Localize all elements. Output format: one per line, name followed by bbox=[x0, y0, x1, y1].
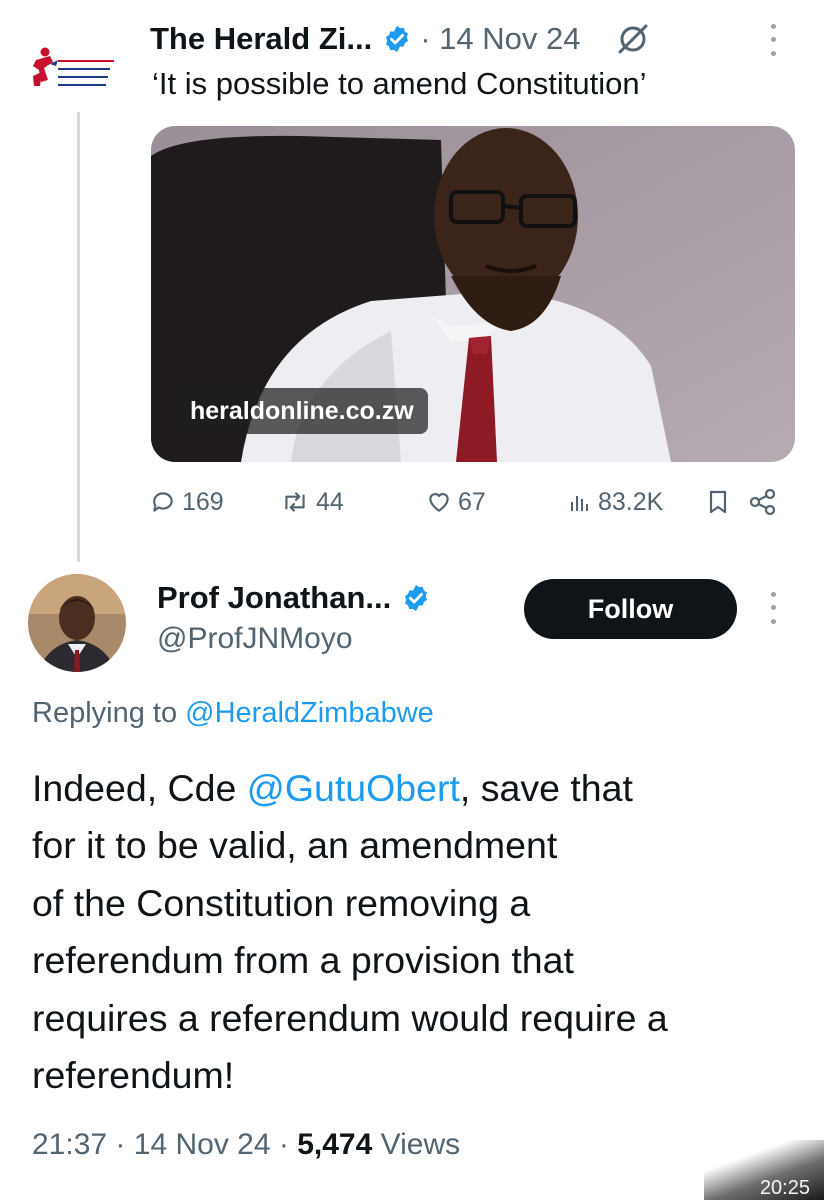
bookmark-icon[interactable] bbox=[706, 480, 736, 524]
parent-tweet-header: The Herald Zi... · 14 Nov 24 bbox=[150, 18, 650, 60]
tweet-text-line: of the Constitution removing a bbox=[32, 881, 531, 924]
tweet-text-segment: , save that bbox=[459, 767, 633, 809]
reply-tweet-text: Indeed, Cde @GutuObert, save that for it… bbox=[32, 760, 812, 1104]
reply-count: 169 bbox=[182, 487, 224, 516]
link-card-domain[interactable]: heraldonline.co.zw bbox=[176, 388, 428, 434]
reply-metric[interactable]: 169 bbox=[150, 480, 224, 524]
verified-badge-icon bbox=[382, 24, 412, 54]
tweet-time[interactable]: 21:37 bbox=[32, 1128, 107, 1161]
repost-icon bbox=[285, 492, 305, 512]
share-icon[interactable] bbox=[748, 480, 784, 524]
parent-tweet-text: ‘It is possible to amend Constitution’ bbox=[152, 66, 647, 101]
views-total: 5,474 bbox=[297, 1128, 373, 1161]
tweet-text-line: Indeed, Cde @GutuObert, save that bbox=[32, 760, 812, 817]
tweet-text-line: requires a referendum would require a bbox=[32, 996, 668, 1039]
reply-icon bbox=[153, 492, 173, 512]
mention-link[interactable]: @GutuObert bbox=[247, 767, 460, 809]
heart-icon bbox=[429, 493, 449, 512]
parent-tweet-date[interactable]: · 14 Nov 24 bbox=[420, 21, 580, 57]
tweet-date[interactable]: 14 Nov 24 bbox=[134, 1128, 271, 1161]
follow-button[interactable]: Follow bbox=[524, 579, 737, 639]
replying-to-mention[interactable]: @HeraldZimbabwe bbox=[185, 697, 434, 729]
views-count: 83.2K bbox=[598, 487, 664, 516]
reply-author-handle[interactable]: @ProfJNMoyo bbox=[157, 622, 353, 656]
grok-icon[interactable] bbox=[616, 22, 650, 56]
replying-to-prefix: Replying to bbox=[32, 697, 178, 729]
more-options-icon[interactable] bbox=[764, 20, 782, 60]
status-clock: 20:25 bbox=[759, 1177, 810, 1199]
herald-logo[interactable] bbox=[28, 46, 118, 106]
repost-count: 44 bbox=[316, 487, 344, 516]
tweet-text-segment: Indeed, Cde bbox=[32, 767, 247, 809]
tweet-timestamp-footer: 21:37 · 14 Nov 24 · 5,474 Views bbox=[32, 1128, 460, 1162]
reply-author-row: Prof Jonathan... bbox=[157, 578, 439, 618]
replying-to-line: Replying to @HeraldZimbabwe bbox=[32, 697, 434, 730]
like-count: 67 bbox=[458, 487, 486, 516]
tweet-text-line: referendum from a provision that bbox=[32, 939, 574, 982]
views-label: Views bbox=[380, 1128, 461, 1161]
avatar[interactable] bbox=[28, 574, 126, 672]
repost-metric[interactable]: 44 bbox=[280, 480, 344, 524]
thread-connector-line bbox=[77, 112, 80, 562]
parent-author-name[interactable]: The Herald Zi... bbox=[150, 21, 372, 57]
separator-dot: · bbox=[278, 1128, 289, 1161]
tweet-text-line: referendum! bbox=[32, 1053, 235, 1096]
views-metric[interactable]: 83.2K bbox=[568, 480, 663, 524]
reply-author-name[interactable]: Prof Jonathan... bbox=[157, 580, 391, 616]
tweet-text-line: for it to be valid, an amendment bbox=[32, 824, 558, 867]
verified-badge-icon bbox=[401, 583, 431, 613]
separator-dot: · bbox=[115, 1128, 126, 1161]
more-options-icon[interactable] bbox=[764, 588, 782, 628]
views-icon bbox=[571, 496, 588, 511]
like-metric[interactable]: 67 bbox=[426, 480, 486, 524]
parent-tweet-metrics: 169 44 67 83.2K bbox=[150, 480, 790, 524]
